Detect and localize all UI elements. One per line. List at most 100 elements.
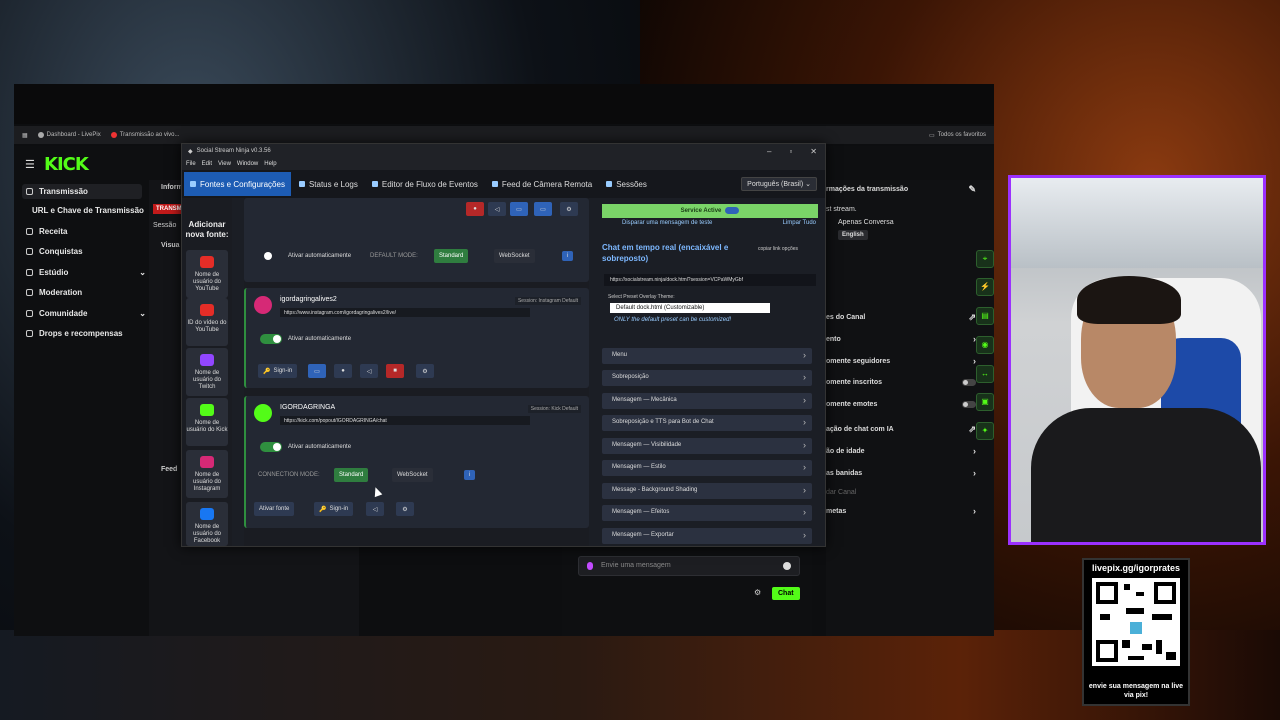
scan-icon[interactable]: ⌖	[976, 250, 994, 268]
add-instagram-username[interactable]: Nome de usuário do Instagram	[186, 450, 228, 498]
accordion-bot-tts[interactable]: Sobreposição e TTS para Bot de Chat	[602, 415, 812, 431]
standard-mode-button[interactable]: Standard	[334, 468, 369, 482]
apps-icon[interactable]: ▦	[22, 132, 28, 139]
settings-row-5[interactable]: ão de idade ›	[826, 446, 976, 456]
sidebar-item-drops[interactable]: Drops e recompensas	[26, 329, 146, 338]
mute-icon[interactable]: ◁	[488, 202, 506, 216]
menu-edit[interactable]: Edit	[202, 161, 212, 167]
menu-help[interactable]: Help	[264, 161, 276, 167]
accordion-export[interactable]: Mensagem — Exportar	[602, 528, 812, 544]
window-alt-icon[interactable]: ▭	[534, 202, 552, 216]
bookmark-livepix[interactable]: Dashboard - LivePix	[37, 132, 101, 138]
send-test-message-button[interactable]: Disparar uma mensagem de teste	[622, 220, 712, 230]
all-bookmarks[interactable]: ▭ Todos os favoritos	[929, 132, 986, 139]
accordion-background-shading[interactable]: Message - Background Shading	[602, 483, 812, 499]
record-icon[interactable]: ●	[466, 202, 484, 216]
preset-select[interactable]: Default dock.html (Customizable)	[610, 303, 770, 313]
clipboard-icon[interactable]: ▤	[976, 307, 994, 325]
mute-icon[interactable]: ◁	[366, 502, 384, 516]
layers-icon[interactable]: ▣	[976, 393, 994, 411]
wrench-icon[interactable]: ✦	[976, 422, 994, 440]
gear-icon[interactable]: ⚙	[754, 588, 761, 597]
minimize-icon[interactable]: –	[767, 147, 771, 156]
sidebar-item-url-chave[interactable]: URL e Chave de Transmissão	[32, 206, 152, 215]
auto-activate-toggle-off[interactable]	[264, 252, 272, 260]
add-facebook-username[interactable]: Nome de usuário do Facebook	[186, 502, 228, 546]
settings-row-8[interactable]: metas ›	[826, 506, 976, 516]
language-select[interactable]: Português (Brasil) ⌄	[741, 177, 817, 191]
websocket-mode-button[interactable]: WebSocket	[392, 468, 433, 482]
settings-row-7[interactable]: dar Canal	[826, 489, 976, 496]
sidebar-item-comunidade[interactable]: Comunidade ⌄	[26, 309, 146, 318]
tab-status-logs[interactable]: Status e Logs	[293, 172, 364, 196]
settings-row-4[interactable]: ação de chat com IA ⇗	[826, 424, 976, 435]
accordion-overlay[interactable]: Sobreposição	[602, 370, 812, 386]
kick-logo[interactable]: KICK	[44, 154, 89, 175]
window-icon[interactable]: ▭	[510, 202, 528, 216]
accordion-mechanics[interactable]: Mensagem — Mecânica	[602, 393, 812, 409]
bolt-icon[interactable]: ⚡	[976, 278, 994, 296]
service-status[interactable]: Service Active	[602, 204, 818, 218]
menu-window[interactable]: Window	[237, 161, 258, 167]
accordion-menu[interactable]: Menu	[602, 348, 812, 364]
info-icon[interactable]: i	[464, 470, 476, 480]
emoji-icon[interactable]	[783, 562, 791, 570]
sidebar-item-transmissao[interactable]: Transmissão	[22, 184, 142, 199]
sign-in-button[interactable]: 🔑 Sign-in	[314, 502, 354, 516]
settings-row-2[interactable]: omente inscritos	[826, 379, 976, 386]
bookmark-youtube[interactable]: Transmissão ao vivo...	[110, 132, 180, 138]
websocket-mode-button[interactable]: WebSocket	[494, 249, 535, 263]
chat-bubble-icon[interactable]: ◉	[976, 336, 994, 354]
mute-icon[interactable]: ◁	[360, 364, 378, 378]
settings-row-1[interactable]: omente seguidores ›	[826, 356, 976, 366]
tab-remote-camera[interactable]: Feed de Câmera Remota	[486, 172, 598, 196]
settings-row-6[interactable]: as banidas ›	[826, 468, 976, 478]
clear-all-button[interactable]: Limpar Tudo	[783, 220, 816, 230]
copy-link-button[interactable]: copiar link	[758, 246, 781, 252]
accordion-visibility[interactable]: Mensagem — Visibilidade	[602, 438, 812, 454]
hamburger-icon[interactable]: ☰	[25, 158, 35, 171]
accordion-effects[interactable]: Mensagem — Efeitos	[602, 505, 812, 521]
sidebar-item-receita[interactable]: Receita	[26, 227, 146, 236]
kick-url-field[interactable]: https://kick.com/popout/IGORDAGRINGA/cha…	[280, 416, 530, 425]
menu-file[interactable]: File	[186, 161, 196, 167]
options-button[interactable]: opções	[782, 246, 798, 252]
add-youtube-username[interactable]: Nome de usuário do YouTube	[186, 250, 228, 298]
service-toggle[interactable]	[725, 206, 740, 214]
tab-sessions[interactable]: Sessões	[600, 172, 653, 196]
chat-message-input[interactable]: Envie uma mensagem	[578, 556, 800, 576]
sidebar-item-estudio[interactable]: Estúdio ⌄	[26, 268, 146, 277]
sidebar-item-conquistas[interactable]: Conquistas	[26, 247, 146, 256]
tab-visual[interactable]: Visua	[161, 242, 180, 249]
sidebar-item-moderation[interactable]: Moderation	[26, 288, 146, 297]
auto-activate-toggle[interactable]	[260, 442, 282, 452]
stop-icon[interactable]: ■	[386, 364, 404, 378]
settings-row-0[interactable]: ento ›	[826, 334, 976, 344]
window-icon[interactable]: ▭	[308, 364, 326, 378]
record-icon[interactable]: ●	[334, 364, 352, 378]
accordion-style[interactable]: Mensagem — Estilo	[602, 460, 812, 476]
close-icon[interactable]: ✕	[810, 147, 817, 156]
settings-row-3[interactable]: omente emotes	[826, 401, 976, 408]
overlay-url-field[interactable]: https://socialstream.ninja/dock.html?ses…	[604, 274, 816, 286]
gear-icon[interactable]: ⚙	[560, 202, 578, 216]
menu-view[interactable]: View	[218, 161, 231, 167]
tab-feed[interactable]: Feed	[161, 466, 177, 473]
gear-icon[interactable]: ⚙	[396, 502, 414, 516]
microphone-icon[interactable]	[587, 562, 593, 570]
info-icon[interactable]: i	[562, 251, 574, 261]
split-icon[interactable]: ↔	[976, 365, 994, 383]
auto-activate-toggle[interactable]	[260, 334, 282, 344]
add-youtube-video-id[interactable]: ID do vídeo do YouTube	[186, 298, 228, 346]
sign-in-button[interactable]: 🔑 Sign-in	[258, 364, 298, 378]
chat-send-button[interactable]: Chat	[772, 587, 800, 600]
activate-source-button[interactable]: Ativar fonte	[254, 502, 295, 516]
tab-event-flow[interactable]: Editor de Fluxo de Eventos	[366, 172, 484, 196]
gear-icon[interactable]: ⚙	[416, 364, 434, 378]
tab-info[interactable]: Inform	[161, 184, 183, 191]
add-twitch-username[interactable]: Nome de usuário do Twitch	[186, 348, 228, 396]
add-kick-username[interactable]: Nome de usuário do Kick	[186, 398, 228, 446]
tab-sources-settings[interactable]: Fontes e Configurações	[184, 172, 291, 196]
maximize-icon[interactable]: ▫	[789, 147, 792, 156]
instagram-url-field[interactable]: https://www.instagram.com/igordagringali…	[280, 308, 530, 317]
